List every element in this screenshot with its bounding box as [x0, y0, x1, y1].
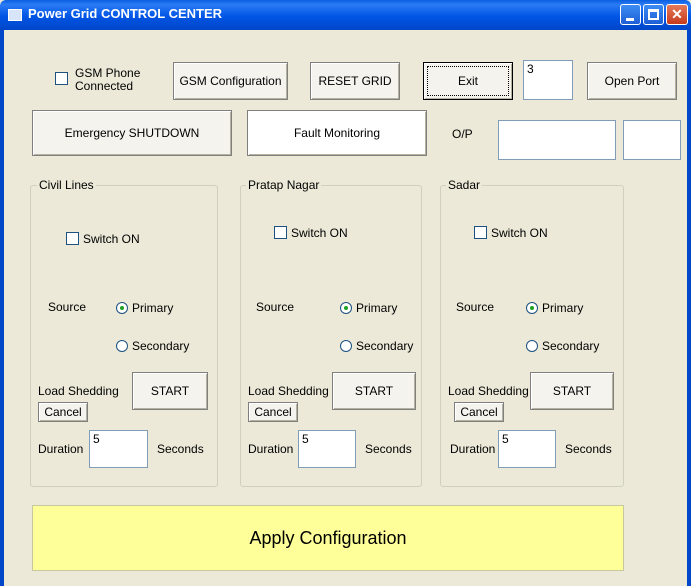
secondary-label: Secondary: [132, 339, 190, 353]
fault-monitoring-button[interactable]: Fault Monitoring: [247, 110, 427, 156]
window-frame-left: [0, 30, 4, 586]
primary-label: Primary: [132, 301, 174, 315]
duration-label: Duration: [38, 442, 84, 456]
primary-radio[interactable]: [116, 302, 128, 314]
duration-input[interactable]: 5: [498, 430, 556, 468]
start-button[interactable]: START: [132, 372, 208, 410]
switch-on-label: Switch ON: [83, 232, 140, 246]
secondary-label: Secondary: [356, 339, 414, 353]
start-button[interactable]: START: [530, 372, 614, 410]
source-label: Source: [256, 300, 295, 314]
reset-grid-button[interactable]: RESET GRID: [310, 62, 400, 100]
primary-label: Primary: [542, 301, 584, 315]
op-field-2[interactable]: [623, 120, 681, 160]
switch-on-checkbox[interactable]: [66, 232, 79, 245]
cancel-button[interactable]: Cancel: [454, 402, 504, 422]
switch-on-checkbox[interactable]: [274, 226, 287, 239]
load-shedding-label: Load Shedding: [248, 384, 329, 398]
cancel-button[interactable]: Cancel: [248, 402, 298, 422]
cancel-button[interactable]: Cancel: [38, 402, 88, 422]
duration-label: Duration: [248, 442, 294, 456]
switch-on-label: Switch ON: [491, 226, 548, 240]
area-title: Sadar: [446, 178, 483, 192]
op-field-1[interactable]: [498, 120, 616, 160]
window-frame-right: [687, 30, 691, 586]
gsm-configuration-button[interactable]: GSM Configuration: [173, 62, 288, 100]
open-port-button[interactable]: Open Port: [587, 62, 677, 100]
source-label: Source: [456, 300, 495, 314]
switch-on-label: Switch ON: [291, 226, 348, 240]
duration-input[interactable]: 5: [89, 430, 148, 468]
area-title: Civil Lines: [37, 178, 96, 192]
port-input[interactable]: 3: [523, 60, 573, 100]
secondary-label: Secondary: [542, 339, 600, 353]
app-icon: [8, 9, 22, 21]
load-shedding-label: Load Shedding: [448, 384, 529, 398]
primary-radio[interactable]: [340, 302, 352, 314]
close-icon[interactable]: ✕: [666, 4, 688, 25]
duration-label: Duration: [450, 442, 496, 456]
secondary-radio[interactable]: [526, 340, 538, 352]
exit-button[interactable]: Exit: [423, 62, 513, 100]
minimize-icon[interactable]: [620, 4, 641, 25]
seconds-label: Seconds: [565, 442, 612, 456]
emergency-shutdown-button[interactable]: Emergency SHUTDOWN: [32, 110, 232, 156]
primary-label: Primary: [356, 301, 398, 315]
op-label: O/P: [452, 127, 473, 141]
area-title: Pratap Nagar: [246, 178, 322, 192]
switch-on-checkbox[interactable]: [474, 226, 487, 239]
seconds-label: Seconds: [365, 442, 412, 456]
gsm-phone-label: GSM Phone Connected: [75, 66, 141, 93]
secondary-radio[interactable]: [340, 340, 352, 352]
secondary-radio[interactable]: [116, 340, 128, 352]
duration-input[interactable]: 5: [298, 430, 356, 468]
seconds-label: Seconds: [157, 442, 204, 456]
start-button[interactable]: START: [332, 372, 416, 410]
apply-configuration-button[interactable]: Apply Configuration: [32, 505, 624, 571]
source-label: Source: [48, 300, 87, 314]
maximize-icon[interactable]: [643, 4, 664, 25]
load-shedding-label: Load Shedding: [38, 384, 119, 398]
primary-radio[interactable]: [526, 302, 538, 314]
gsm-phone-checkbox[interactable]: [55, 72, 68, 85]
title-bar[interactable]: Power Grid CONTROL CENTER ✕: [0, 0, 691, 30]
window-title: Power Grid CONTROL CENTER: [28, 6, 223, 21]
